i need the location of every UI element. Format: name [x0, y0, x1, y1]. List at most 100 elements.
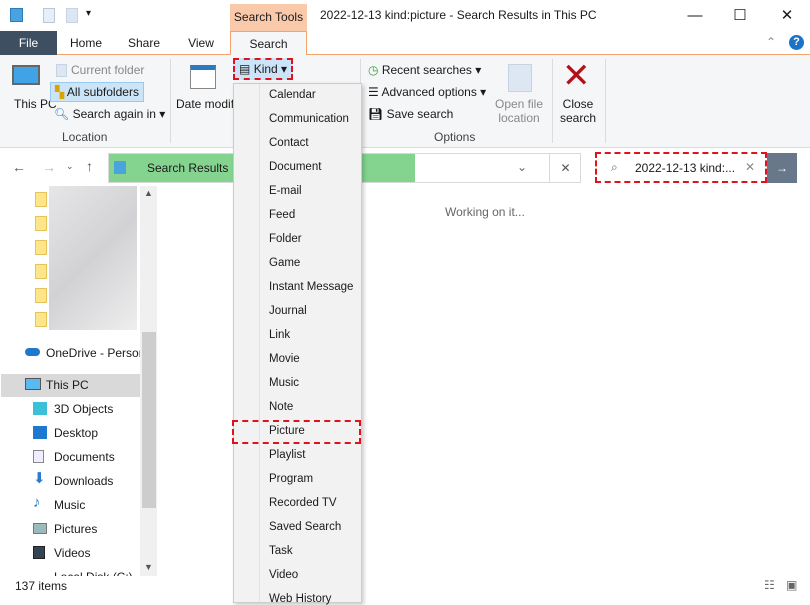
kind-menu-item-saved-search[interactable]: Saved Search: [269, 521, 341, 533]
customize-qat-icon[interactable]: ▾: [86, 8, 91, 19]
kind-menu-item-link[interactable]: Link: [269, 329, 290, 341]
nav-downloads[interactable]: Downloads: [54, 474, 113, 488]
kind-menu-item-program[interactable]: Program: [269, 473, 313, 485]
recent-searches-button[interactable]: ◷ Recent searches ▾: [368, 63, 481, 77]
forward-button[interactable]: →: [42, 159, 56, 175]
clear-search-icon[interactable]: ✕: [745, 160, 755, 174]
nav-videos[interactable]: Videos: [54, 546, 90, 560]
kind-icon: ▤: [239, 62, 251, 76]
save-search-label: Save search: [386, 107, 454, 121]
new-folder-icon[interactable]: [66, 8, 78, 23]
tab-home[interactable]: Home: [62, 31, 110, 55]
desktop-icon: [33, 426, 47, 439]
kind-menu-item-task[interactable]: Task: [269, 545, 293, 557]
address-path: Search Results in This PC: [147, 161, 232, 175]
large-icons-view-button[interactable]: ▣: [786, 578, 797, 592]
all-subfolders-button[interactable]: ▚ All subfolders: [50, 82, 144, 102]
search-go-button[interactable]: →: [767, 153, 797, 183]
minimize-button[interactable]: —: [672, 0, 718, 31]
kind-menu-item-calendar[interactable]: Calendar: [269, 89, 316, 101]
kind-menu-item-music[interactable]: Music: [269, 377, 299, 389]
stop-button[interactable]: ✕: [549, 154, 581, 182]
scroll-up-icon[interactable]: ▲: [144, 188, 153, 198]
nav-desktop[interactable]: Desktop: [54, 426, 98, 440]
blurred-folder-names: [49, 186, 137, 330]
nav-onedrive[interactable]: OneDrive - Persor: [46, 346, 143, 360]
open-file-location-button[interactable]: Open file location: [494, 97, 544, 125]
nav-scrollbar[interactable]: ▲ ▼: [140, 186, 157, 576]
back-button[interactable]: ←: [12, 159, 26, 175]
close-button[interactable]: ✕: [764, 0, 810, 31]
tab-view[interactable]: View: [178, 31, 224, 55]
3d-objects-icon: [33, 402, 47, 415]
kind-menu-item-recorded-tv[interactable]: Recorded TV: [269, 497, 337, 509]
help-icon[interactable]: ?: [789, 35, 804, 50]
this-pc-icon: [25, 378, 41, 390]
recent-searches-label: Recent searches: [381, 63, 472, 77]
kind-menu-item-journal[interactable]: Journal: [269, 305, 307, 317]
kind-menu-item-game[interactable]: Game: [269, 257, 300, 269]
search-results-icon: [114, 161, 126, 174]
kind-menu-item-document[interactable]: Document: [269, 161, 321, 173]
tab-share[interactable]: Share: [120, 31, 168, 55]
ribbon-tabs: File Home Share View Search ⌃ ?: [0, 31, 810, 56]
search-again-label: Search again in: [72, 107, 156, 121]
search-again-button[interactable]: 🔍︎ Search again in ▾: [54, 107, 165, 121]
properties-icon[interactable]: [43, 8, 55, 23]
tab-file[interactable]: File: [0, 31, 57, 55]
details-view-button[interactable]: ☷: [764, 578, 775, 592]
kind-menu-item-instant-message[interactable]: Instant Message: [269, 281, 353, 293]
kind-menu-item-movie[interactable]: Movie: [269, 353, 300, 365]
location-group-label: Location: [62, 130, 108, 144]
kind-menu-item-communication[interactable]: Communication: [269, 113, 349, 125]
recent-locations-button[interactable]: ⌄: [66, 161, 74, 172]
kind-menu-item-video[interactable]: Video: [269, 569, 298, 581]
all-subfolders-label: All subfolders: [66, 85, 139, 99]
current-folder-button[interactable]: Current folder: [56, 63, 144, 78]
kind-menu-item-note[interactable]: Note: [269, 401, 293, 413]
close-search-button[interactable]: Close search: [558, 97, 598, 125]
scroll-down-icon[interactable]: ▼: [144, 562, 153, 572]
maximize-button[interactable]: ☐: [717, 0, 763, 31]
search-input[interactable]: 2022-12-13 kind:...: [635, 161, 735, 175]
advanced-options-label: Advanced options: [381, 85, 477, 99]
nav-3d-objects[interactable]: 3D Objects: [54, 402, 113, 416]
up-button[interactable]: ↑: [86, 158, 93, 174]
tab-search[interactable]: Search: [230, 31, 307, 56]
working-status: Working on it...: [445, 205, 525, 219]
kind-menu-item-feed[interactable]: Feed: [269, 209, 295, 221]
kind-menu-item-e-mail[interactable]: E-mail: [269, 185, 302, 197]
status-bar: 137 items ☷ ▣: [0, 576, 810, 598]
open-file-location-icon: [508, 64, 532, 92]
close-search-icon: ✕: [562, 57, 591, 95]
collapse-ribbon-icon[interactable]: ⌃: [766, 35, 776, 49]
navigation-pane: OneDrive - Persor This PC 3D Objects Des…: [0, 186, 160, 576]
onedrive-icon: [25, 348, 40, 356]
kind-menu-item-contact[interactable]: Contact: [269, 137, 309, 149]
explorer-icon: [10, 8, 23, 22]
nav-this-pc[interactable]: This PC: [46, 378, 89, 392]
title-bar: ▾ Search Tools 2022-12-13 kind:picture -…: [0, 0, 810, 31]
search-box[interactable]: ⌕ 2022-12-13 kind:... ✕: [595, 152, 767, 183]
picture-highlight: [232, 420, 361, 444]
this-pc-button[interactable]: This PC: [14, 97, 57, 111]
scrollbar-thumb[interactable]: [142, 332, 156, 508]
kind-menu-item-web-history[interactable]: Web History: [269, 593, 331, 605]
nav-documents[interactable]: Documents: [54, 450, 115, 464]
save-icon: 💾︎: [368, 107, 384, 121]
kind-button[interactable]: ▤ Kind ▾: [233, 58, 294, 80]
date-modified-button[interactable]: Date modified ▾: [176, 97, 259, 111]
search-icon: ⌕: [611, 160, 618, 174]
address-dropdown-icon[interactable]: ⌄: [517, 160, 527, 174]
item-count: 137 items: [15, 579, 68, 593]
advanced-options-icon: ☰: [368, 85, 379, 99]
advanced-options-button[interactable]: ☰ Advanced options ▾: [368, 85, 486, 99]
nav-music[interactable]: Music: [54, 498, 85, 512]
kind-menu-item-playlist[interactable]: Playlist: [269, 449, 305, 461]
search-tools-context-label: Search Tools: [230, 4, 307, 31]
nav-pictures[interactable]: Pictures: [54, 522, 97, 536]
kind-menu-item-folder[interactable]: Folder: [269, 233, 302, 245]
save-search-button[interactable]: 💾︎ Save search: [368, 107, 453, 121]
window-title: 2022-12-13 kind:picture - Search Results…: [320, 8, 597, 22]
current-folder-icon: [56, 64, 67, 78]
